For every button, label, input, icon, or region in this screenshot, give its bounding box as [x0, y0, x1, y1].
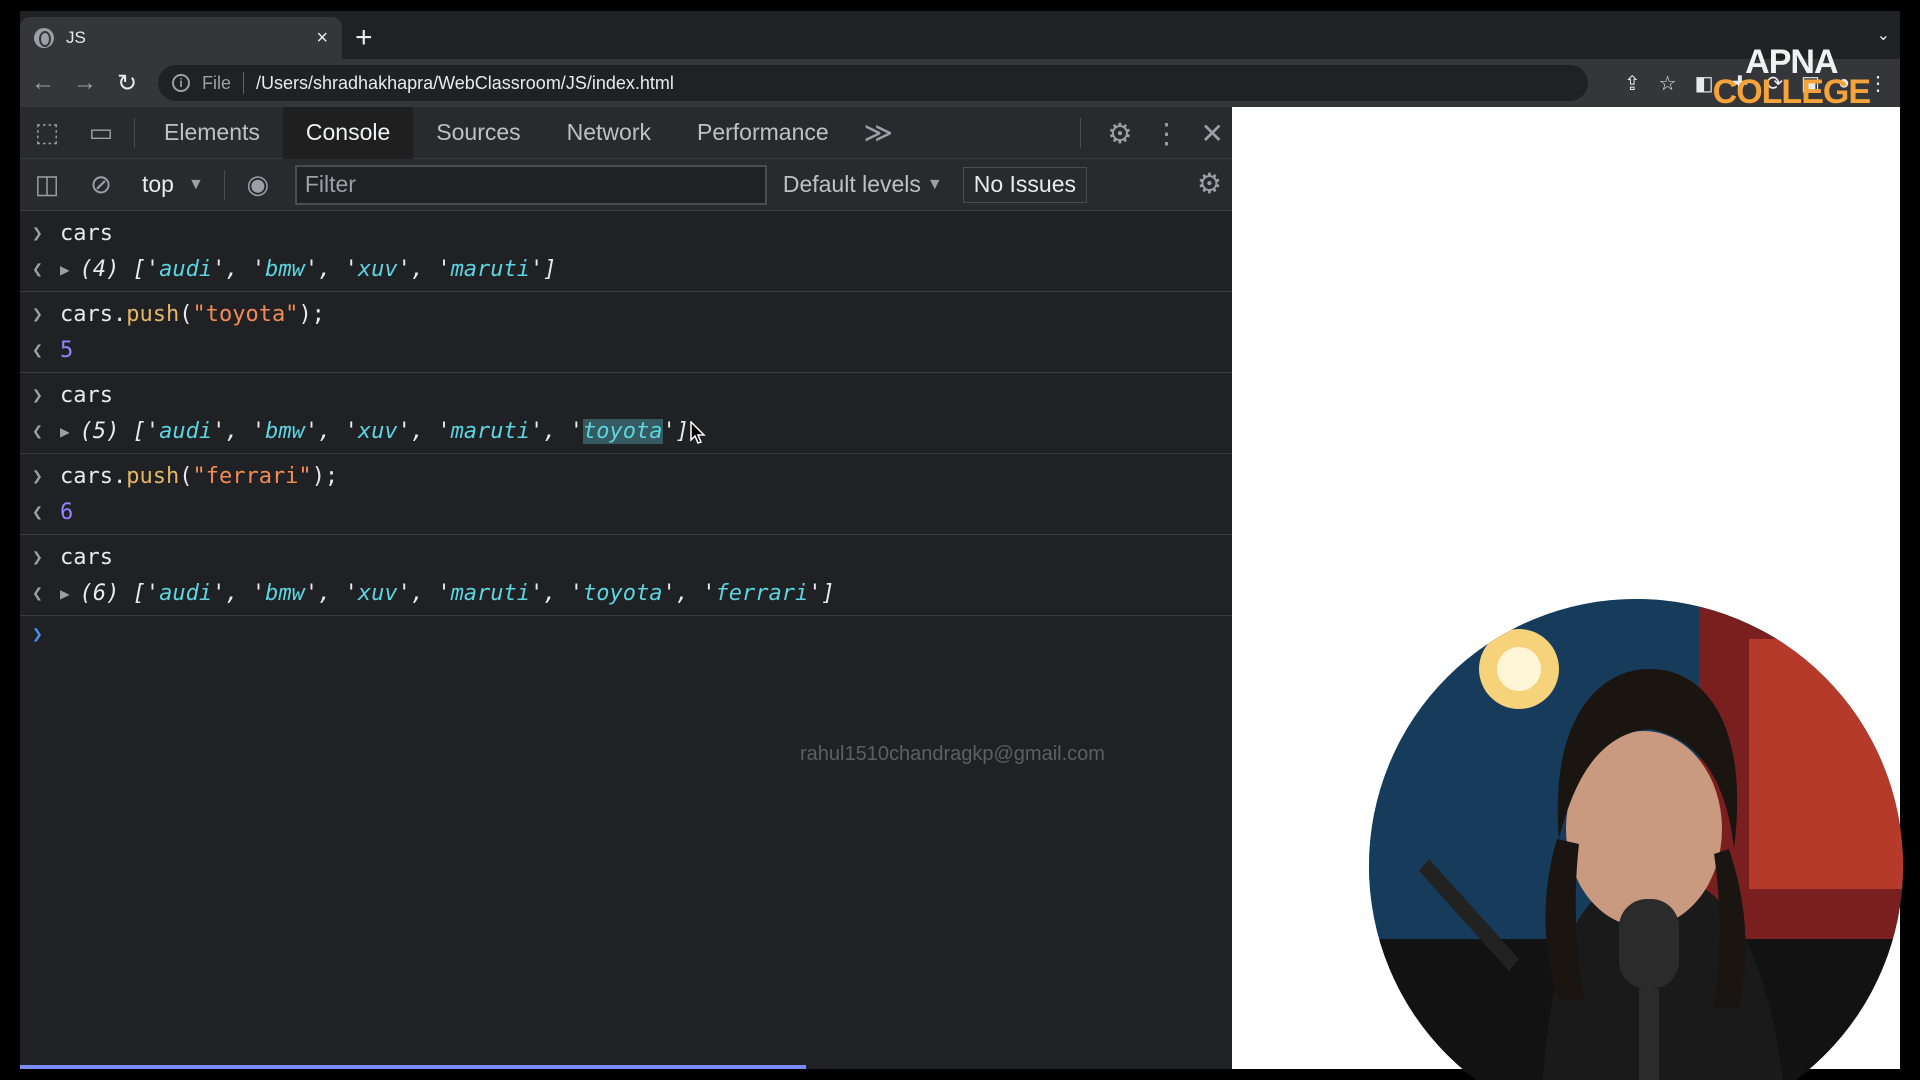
console-entry: ❯ cars ❮ ▶ (6) ['audi', 'bmw', 'xuv', 'm…: [20, 535, 1232, 616]
input-chevron-icon: ❯: [32, 222, 43, 244]
devtools-panel: ⬚ ▭ Elements Console Sources Network Per…: [20, 106, 1232, 1069]
console-output: ❮ 6: [20, 494, 1232, 530]
context-select[interactable]: top ▼: [128, 171, 218, 198]
console-entry: ❯ cars.push("toyota"); ❮ 5: [20, 292, 1232, 373]
output-array[interactable]: (6) ['audi', 'bmw', 'xuv', 'maruti', 'to…: [80, 581, 835, 606]
prompt-chevron-icon: ❯: [32, 623, 43, 645]
console-input: ❯ cars: [20, 539, 1232, 575]
console-input: ❯ cars: [20, 215, 1232, 251]
mouse-pointer-icon: [690, 421, 706, 444]
output-array[interactable]: (4) ['audi', 'bmw', 'xuv', 'maruti']: [80, 257, 557, 282]
console-settings-icon[interactable]: ⚙: [1197, 167, 1222, 200]
devtools-tab-bar: ⬚ ▭ Elements Console Sources Network Per…: [20, 106, 1232, 159]
browser-toolbar: ← → ↻ i File /Users/shradhakhapra/WebCla…: [20, 59, 1900, 107]
output-chevron-icon: ❮: [32, 501, 43, 523]
caret-down-icon: ▼: [187, 175, 204, 193]
input-text[interactable]: cars: [60, 383, 113, 408]
output-number: 6: [60, 499, 74, 525]
omnibox-file-label: File: [202, 72, 232, 93]
console-input: ❯ cars.push("ferrari");: [20, 458, 1232, 494]
console-output: ❮ ▶ (4) ['audi', 'bmw', 'xuv', 'maruti']: [20, 251, 1232, 287]
input-chevron-icon: ❯: [32, 303, 43, 325]
expand-triangle-icon[interactable]: ▶: [60, 422, 70, 441]
levels-dropdown[interactable]: Default levels ▼: [767, 171, 957, 198]
output-chevron-icon: ❮: [32, 582, 43, 604]
devtools-actions: ⚙ ⋮ ✕: [1074, 107, 1224, 159]
console-output: ❮ ▶ (5) ['audi', 'bmw', 'xuv', 'maruti',…: [20, 413, 1232, 449]
inspect-icon[interactable]: ⬚: [20, 117, 74, 148]
tab-title: JS: [66, 28, 86, 47]
forward-icon[interactable]: →: [64, 69, 106, 97]
kebab-menu-icon[interactable]: ⋮: [1153, 117, 1181, 150]
console-log: ❯ cars ❮ ▶ (4) ['audi', 'bmw', 'xuv', 'm…: [20, 211, 1232, 1069]
input-text[interactable]: cars: [60, 545, 113, 570]
input-text[interactable]: cars: [60, 221, 113, 246]
output-chevron-icon: ❮: [32, 258, 43, 280]
input-chevron-icon: ❯: [32, 546, 43, 568]
output-array[interactable]: (5) ['audi', 'bmw', 'xuv', 'maruti', 'to…: [80, 418, 689, 444]
channel-logo: APNA COLLEGE: [1712, 45, 1871, 111]
console-entry: ❯ cars ❮ ▶ (4) ['audi', 'bmw', 'xuv', 'm…: [20, 211, 1232, 292]
issues-button[interactable]: No Issues: [962, 166, 1088, 203]
address-bar[interactable]: i File /Users/shradhakhapra/WebClassroom…: [158, 65, 1588, 101]
divider: [134, 117, 135, 148]
levels-label: Default levels: [782, 171, 921, 197]
console-prompt[interactable]: ❯: [20, 616, 1232, 652]
close-devtools-icon[interactable]: ✕: [1201, 117, 1224, 150]
device-toolbar-icon[interactable]: ▭: [74, 117, 128, 148]
caret-down-icon: ▼: [926, 175, 943, 193]
filter-box: [294, 164, 767, 205]
tab-sources[interactable]: Sources: [413, 107, 543, 159]
tab-console[interactable]: Console: [282, 106, 414, 159]
expand-triangle-icon[interactable]: ▶: [60, 260, 70, 279]
tab-elements[interactable]: Elements: [141, 107, 283, 159]
console-output: ❮ ▶ (6) ['audi', 'bmw', 'xuv', 'maruti',…: [20, 575, 1232, 611]
more-tabs-icon[interactable]: ≫: [852, 116, 905, 149]
console-toolbar: ◫ ⊘ top ▼ ◉ Default levels ▼ No Issues ⚙: [20, 159, 1232, 211]
sidebar-toggle-icon[interactable]: ◫: [20, 169, 74, 200]
expand-triangle-icon[interactable]: ▶: [60, 584, 70, 603]
reload-icon[interactable]: ↻: [106, 69, 148, 98]
back-icon[interactable]: ←: [22, 69, 64, 97]
output-chevron-icon: ❮: [32, 339, 43, 361]
console-input: ❯ cars.push("toyota");: [20, 296, 1232, 332]
input-chevron-icon: ❯: [32, 465, 43, 487]
console-entry: ❯ cars ❮ ▶ (5) ['audi', 'bmw', 'xuv', 'm…: [20, 373, 1232, 454]
console-input: ❯ cars: [20, 377, 1232, 413]
url-text[interactable]: /Users/shradhakhapra/WebClassroom/JS/ind…: [256, 73, 674, 94]
menu-icon[interactable]: ⋮: [1868, 71, 1888, 96]
console-entry: ❯ cars.push("ferrari"); ❮ 6: [20, 454, 1232, 535]
globe-icon: [34, 28, 54, 48]
logo-bottom-text: COLLEGE: [1712, 73, 1871, 111]
filter-input[interactable]: [304, 171, 765, 198]
console-output: ❮ 5: [20, 332, 1232, 368]
tab-network[interactable]: Network: [544, 107, 674, 159]
star-icon[interactable]: ☆: [1659, 71, 1677, 96]
clear-console-icon[interactable]: ⊘: [74, 169, 128, 200]
browser-tab[interactable]: JS ×: [20, 17, 342, 59]
input-text[interactable]: cars.push("toyota");: [60, 302, 325, 327]
email-watermark: rahul1510chandragkp@gmail.com: [800, 743, 1105, 765]
chevron-down-icon[interactable]: ⌄: [1877, 25, 1890, 45]
tab-performance[interactable]: Performance: [674, 107, 852, 159]
output-chevron-icon: ❮: [32, 420, 43, 442]
output-number: 5: [60, 337, 74, 363]
omnibox-divider: [243, 72, 245, 94]
gear-icon[interactable]: ⚙: [1107, 117, 1132, 150]
close-icon[interactable]: ×: [316, 28, 328, 48]
new-tab-button[interactable]: +: [355, 23, 373, 53]
share-icon[interactable]: ⇪: [1624, 71, 1641, 96]
eye-icon[interactable]: ◉: [231, 169, 285, 200]
info-icon[interactable]: i: [172, 74, 190, 92]
divider: [223, 169, 225, 200]
context-value: top: [142, 171, 174, 197]
video-progress-bar: [20, 1065, 806, 1069]
divider: [1080, 118, 1082, 148]
tab-strip: JS × + ⌄: [20, 11, 1900, 59]
input-chevron-icon: ❯: [32, 384, 43, 406]
input-text[interactable]: cars.push("ferrari");: [60, 464, 338, 489]
extension-icon[interactable]: ◧: [1695, 71, 1714, 96]
